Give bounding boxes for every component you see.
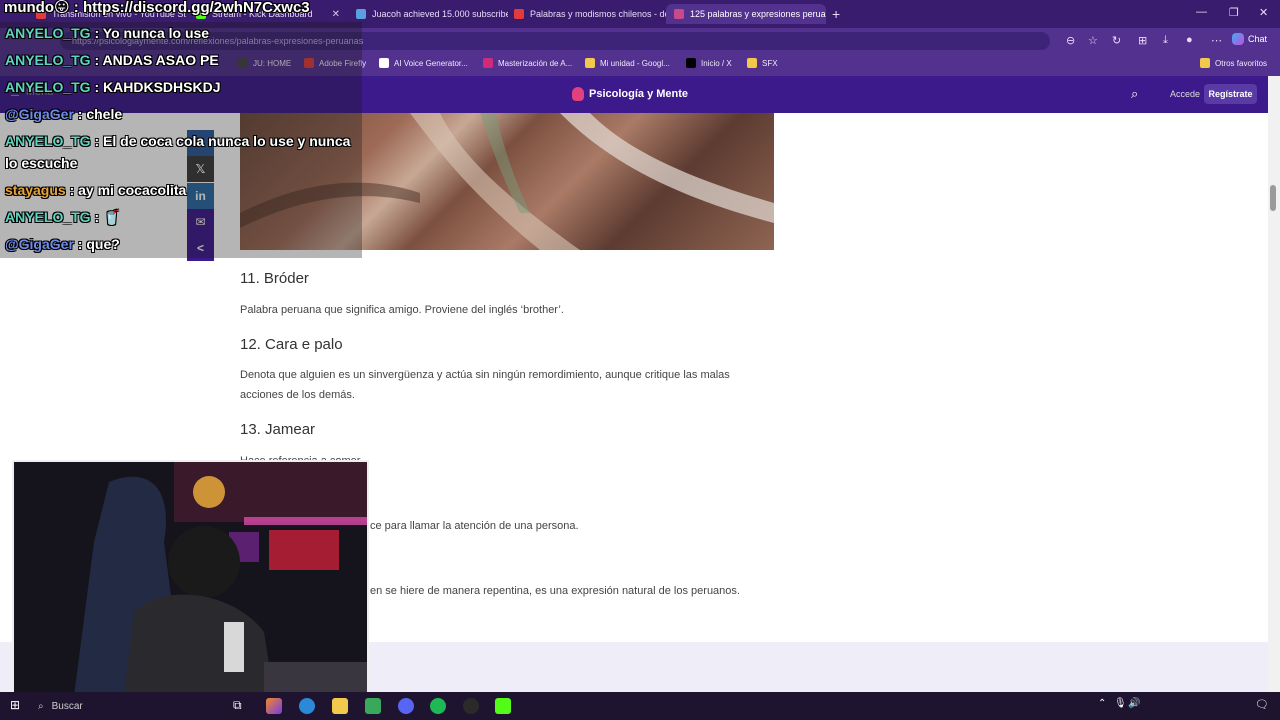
chat-text: : que? xyxy=(73,236,120,252)
new-tab-button[interactable]: + xyxy=(832,6,840,22)
bookmark-favicon xyxy=(686,58,696,68)
copilot-icon xyxy=(1232,33,1244,45)
chat-text: : 🥤 xyxy=(90,209,121,225)
spotify-icon[interactable] xyxy=(430,698,446,714)
tab-favicon xyxy=(514,9,524,19)
store-icon[interactable] xyxy=(365,698,381,714)
tab-juacoh[interactable]: Juacoh achieved 15.000 subscribe✕ xyxy=(348,4,508,24)
chat-text: : Yo nunca lo use xyxy=(90,25,210,41)
app-icon[interactable] xyxy=(266,698,282,714)
webcam-scene xyxy=(14,462,367,692)
discord-banner: mundo😛 : https://discord.gg/2whN7Cxwc3 xyxy=(4,0,310,16)
search-icon[interactable]: ⌕ xyxy=(1131,86,1138,102)
other-bookmarks[interactable]: Otros favoritos xyxy=(1200,58,1267,68)
discord-icon[interactable] xyxy=(398,698,414,714)
profile-avatar-icon[interactable]: ● xyxy=(1186,34,1193,46)
tab-palabras-chilenos[interactable]: Palabras y modismos chilenos - de✕ xyxy=(506,4,666,24)
article-paragraph: Palabra peruana que significa amigo. Pro… xyxy=(240,304,564,316)
chat-message: ANYELO_TG : KAHDKSDHSKDJ xyxy=(5,76,220,98)
chat-username: ANYELO_TG xyxy=(5,52,91,68)
chat-username: stayagus xyxy=(5,182,66,198)
chevron-up-icon[interactable]: ⌃ xyxy=(1098,698,1106,709)
chat-text: : ay mi cocacolita xyxy=(65,182,187,198)
chat-username: ANYELO_TG xyxy=(5,133,91,149)
chat-username: @GigaGer xyxy=(5,236,74,252)
minimize-icon[interactable]: — xyxy=(1196,6,1207,18)
bookmark-favicon xyxy=(585,58,595,68)
article-heading: 13. Jamear xyxy=(240,421,316,438)
obs-icon[interactable] xyxy=(463,698,479,714)
chat-username: ANYELO_TG xyxy=(5,79,91,95)
task-view-icon[interactable]: ⧉ xyxy=(233,698,242,713)
chat-message: ANYELO_TG : Yo nunca lo use xyxy=(5,22,209,44)
bookmark-ai-voice[interactable]: AI Voice Generator... xyxy=(379,58,468,68)
reader-icon[interactable]: ⊖ xyxy=(1066,34,1075,47)
article-heading: 12. Cara e palo xyxy=(240,336,343,353)
chat-message: stayagus : ay mi cocacolita xyxy=(5,179,186,201)
scrollbar-thumb[interactable] xyxy=(1270,185,1276,211)
copilot-chat-button[interactable]: Chat xyxy=(1232,33,1267,45)
chat-text: lo escuche xyxy=(5,155,78,171)
bookmark-favicon xyxy=(483,58,493,68)
kick-icon[interactable] xyxy=(495,698,511,714)
chat-message: ANYELO_TG : 🥤 xyxy=(5,206,120,228)
close-icon[interactable]: ✕ xyxy=(332,9,340,20)
file-explorer-icon[interactable] xyxy=(332,698,348,714)
tab-favicon xyxy=(356,9,366,19)
maximize-icon[interactable]: ❐ xyxy=(1229,6,1239,19)
microphone-icon[interactable]: 🎙 xyxy=(1114,698,1127,709)
edge-icon[interactable] xyxy=(299,698,315,714)
chat-text: : KAHDKSDHSKDJ xyxy=(90,79,221,95)
site-logo[interactable]: Psicología y Mente xyxy=(572,87,688,101)
article-paragraph: Denota que alguien es un sinvergüenza y … xyxy=(240,369,730,401)
brain-icon xyxy=(572,87,584,101)
chat-message: ANYELO_TG : ANDAS ASAO PE xyxy=(5,49,219,71)
bookmark-sfx[interactable]: SFX xyxy=(747,58,778,68)
volume-icon[interactable]: 🔊 xyxy=(1128,698,1140,709)
page-scrollbar[interactable] xyxy=(1268,76,1280,692)
chat-message: @GigaGer : que? xyxy=(5,233,120,255)
bookmark-x[interactable]: Inicio / X xyxy=(686,58,732,68)
tab-favicon xyxy=(674,9,684,19)
favorite-star-icon[interactable]: ☆ xyxy=(1088,34,1098,47)
article-heading: 11. Bróder xyxy=(240,270,309,287)
chat-username: ANYELO_TG xyxy=(5,209,91,225)
article-paragraph-partial: en se hiere de manera repentina, es una … xyxy=(370,585,740,597)
bookmark-google-drive[interactable]: Mi unidad - Googl... xyxy=(585,58,670,68)
refresh-icon[interactable]: ↻ xyxy=(1112,34,1121,47)
folder-icon xyxy=(1200,58,1210,68)
chat-username: ANYELO_TG xyxy=(5,25,91,41)
taskbar-search[interactable]: ⌕ Buscar xyxy=(32,696,217,716)
bookmark-masterizacion[interactable]: Masterización de A... xyxy=(483,58,572,68)
close-window-icon[interactable]: ✕ xyxy=(1259,6,1268,19)
article-paragraph-partial: ce para llamar la atención de una person… xyxy=(370,520,579,532)
more-menu-icon[interactable]: ⋯ xyxy=(1211,34,1222,47)
login-link[interactable]: Accede xyxy=(1170,89,1200,99)
search-icon: ⌕ xyxy=(38,700,44,712)
chat-message-continuation: lo escuche xyxy=(5,152,77,174)
streamer-webcam xyxy=(12,460,369,694)
collections-icon[interactable]: ⊞ xyxy=(1138,34,1147,47)
download-icon[interactable]: ⤓ xyxy=(1163,34,1168,47)
chat-message: ANYELO_TG : El de coca cola nunca lo use… xyxy=(5,130,350,152)
chat-text: : chele xyxy=(73,106,123,122)
bookmark-favicon xyxy=(379,58,389,68)
windows-taskbar: ⊞ ⌕ Buscar ⧉ ⌃ 🎙 🔊 🗨 xyxy=(0,692,1280,720)
register-button[interactable]: Regístrate xyxy=(1204,84,1257,104)
chat-message: @GigaGer : chele xyxy=(5,103,122,125)
chat-text: : ANDAS ASAO PE xyxy=(90,52,219,68)
chat-username: @GigaGer xyxy=(5,106,74,122)
notification-icon[interactable]: 🗨 xyxy=(1255,698,1269,711)
tab-palabras-peruanas[interactable]: 125 palabras y expresiones perua✕ xyxy=(666,4,826,24)
windows-start-icon[interactable]: ⊞ xyxy=(10,698,20,712)
chat-text: : El de coca cola nunca lo use y nunca xyxy=(90,133,351,149)
folder-icon xyxy=(747,58,757,68)
